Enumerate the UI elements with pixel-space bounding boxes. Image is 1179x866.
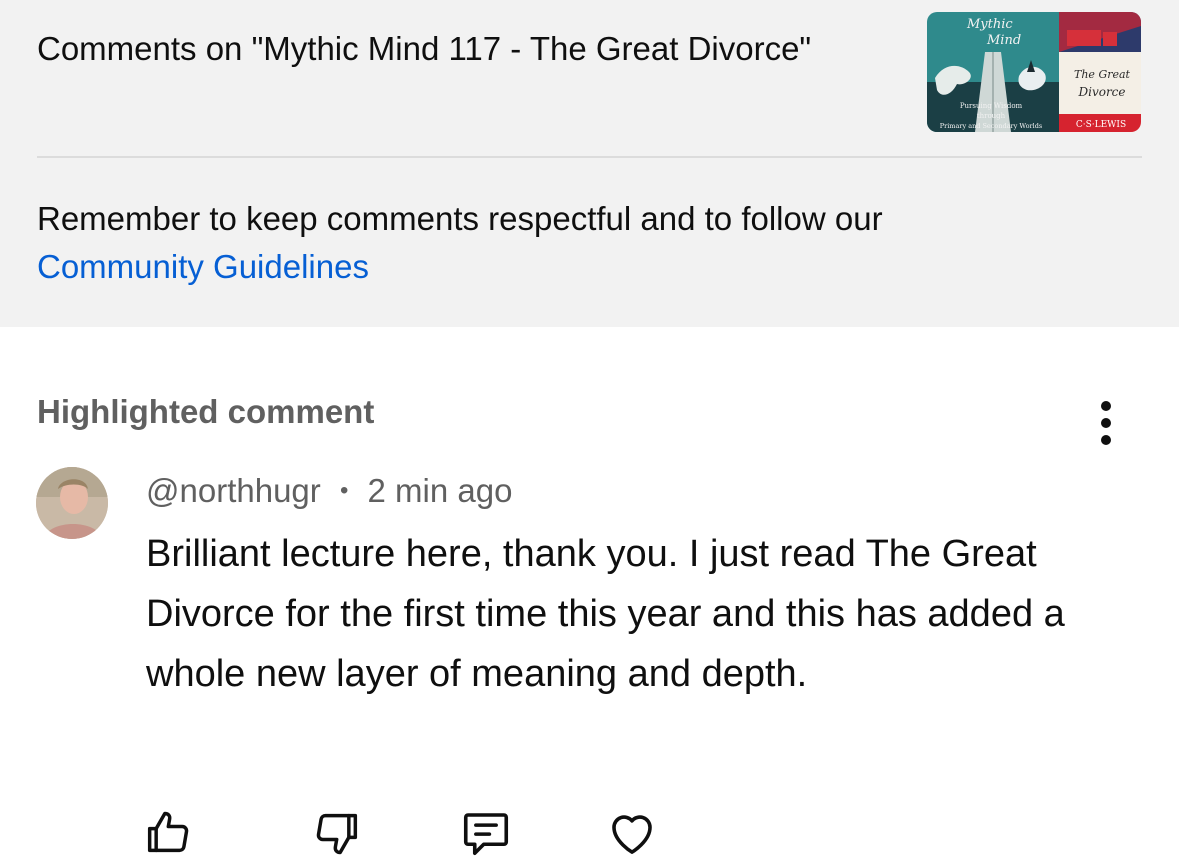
comments-header-panel: Comments on "Mythic Mind 117 - The Great…	[0, 0, 1179, 327]
highlighted-comment-label: Highlighted comment	[37, 393, 375, 430]
comment-time: 2 min ago	[367, 472, 513, 509]
thumb-caption-line1: Pursuing Wisdom	[960, 102, 1023, 110]
thumbs-down-icon[interactable]	[310, 805, 366, 861]
video-title: Comments on "Mythic Mind 117 - The Great…	[37, 30, 812, 67]
avatar[interactable]	[36, 467, 108, 539]
header-divider	[37, 156, 1142, 158]
book-author: C·S·LEWIS	[1076, 120, 1126, 130]
guidelines-reminder: Remember to keep comments respectful and…	[37, 195, 1137, 291]
comment-meta: @northhugr • 2 min ago	[146, 472, 512, 510]
community-guidelines-link[interactable]: Community Guidelines	[37, 243, 369, 291]
thumb-caption-line3: Primary and Secondary Worlds	[940, 122, 1043, 130]
more-dot	[1101, 435, 1111, 445]
thumbs-up-icon[interactable]	[139, 805, 195, 861]
thumb-title-line1: Mythic	[966, 17, 1013, 32]
more-dot	[1101, 401, 1111, 411]
heart-icon[interactable]	[604, 805, 660, 861]
book-title-line1: The Great	[1074, 68, 1131, 81]
book-title-line2: Divorce	[1077, 85, 1125, 99]
thumb-title-line2: Mind	[986, 33, 1021, 48]
video-thumbnail[interactable]: Mythic Mind Pursuing Wisdom through Prim…	[927, 12, 1141, 132]
guidelines-text: Remember to keep comments respectful and…	[37, 200, 883, 237]
thumb-caption-line2: through	[977, 112, 1006, 120]
reply-icon[interactable]	[458, 805, 514, 861]
comment-author[interactable]: @northhugr	[146, 472, 321, 509]
meta-separator: •	[339, 477, 349, 504]
more-dot	[1101, 418, 1111, 428]
more-vert-icon[interactable]	[1084, 398, 1128, 448]
comment-actions	[0, 800, 1179, 866]
comment-text: Brilliant lecture here, thank you. I jus…	[146, 533, 1065, 695]
